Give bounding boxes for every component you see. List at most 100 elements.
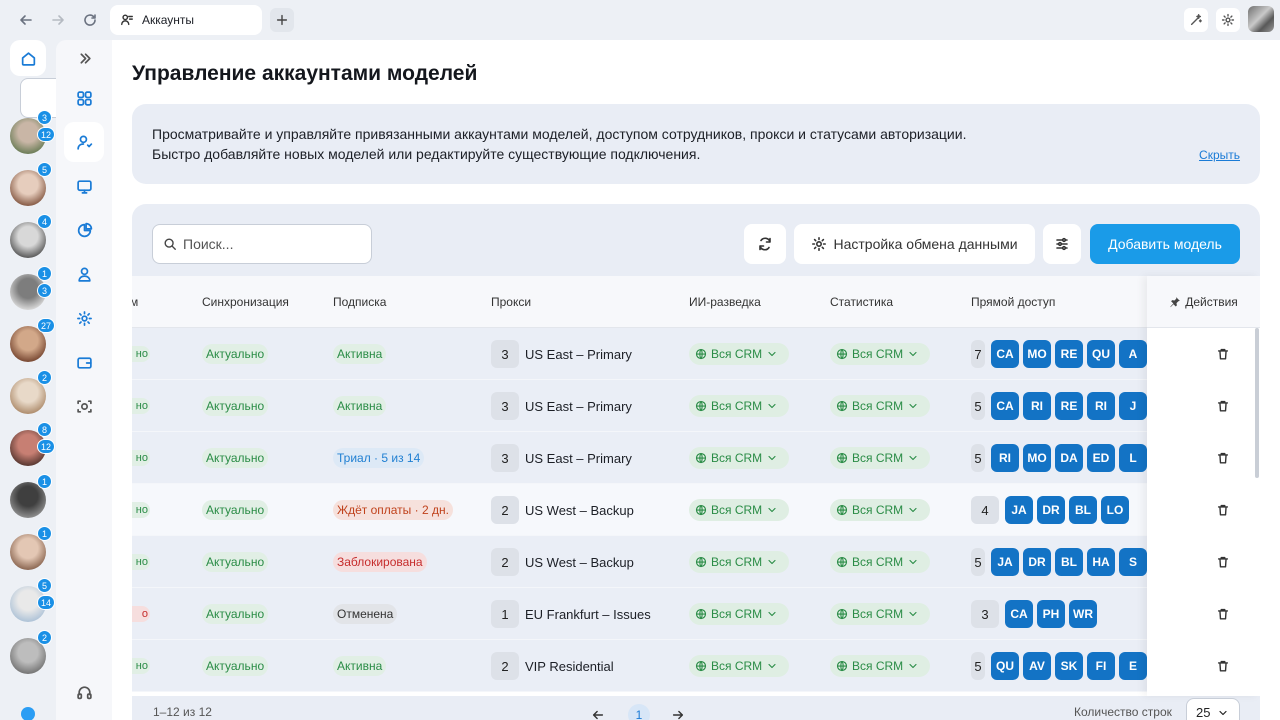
model-avatar[interactable]: 2 [10, 630, 52, 674]
accounts-icon[interactable] [64, 122, 104, 162]
delete-icon[interactable] [1215, 554, 1231, 570]
col-subscription-header[interactable]: Подписка [333, 295, 386, 309]
current-page[interactable]: 1 [628, 704, 650, 720]
ai-access-select[interactable]: Вся CRM [689, 603, 789, 625]
employee-initials-chip[interactable]: L [1119, 444, 1147, 472]
employee-initials-chip[interactable]: AV [1023, 652, 1051, 680]
col-ai-header[interactable]: ИИ-разведка [689, 295, 761, 309]
employee-initials-chip[interactable]: QU [1087, 340, 1115, 368]
model-avatar[interactable]: 2 [10, 370, 52, 414]
table-row[interactable]: но Актуально Активна 3 US East – Primary Вся … [132, 328, 1260, 380]
model-avatar[interactable]: 13 [10, 266, 52, 310]
ai-access-select[interactable]: Вся CRM [689, 655, 789, 677]
employee-initials-chip[interactable]: PH [1037, 600, 1065, 628]
table-row[interactable]: но Актуально Триал · 5 из 14 3 US East – Pri… [132, 432, 1260, 484]
stats-access-select[interactable]: Вся CRM [830, 343, 930, 365]
browser-tab[interactable]: Аккаунты [110, 5, 262, 35]
home-icon[interactable] [10, 40, 46, 76]
reload-icon[interactable] [80, 10, 100, 30]
model-avatar[interactable]: 5 14 [10, 578, 56, 622]
employee-initials-chip[interactable]: CA [1005, 600, 1033, 628]
employee-initials-chip[interactable]: J [1119, 392, 1147, 420]
model-avatar[interactable]: 4 [10, 214, 52, 258]
employee-initials-chip[interactable]: JA [1005, 496, 1033, 524]
employee-initials-chip[interactable]: S [1119, 548, 1147, 576]
ai-access-select[interactable]: Вся CRM [689, 343, 789, 365]
model-avatar[interactable]: 8 12 [10, 422, 56, 466]
headset-icon[interactable] [64, 672, 104, 712]
table-row[interactable]: но Актуально Активна 3 US East – Primary Вся … [132, 380, 1260, 432]
dashboard-icon[interactable] [64, 78, 104, 118]
stats-access-select[interactable]: Вся CRM [830, 499, 930, 521]
stats-access-select[interactable]: Вся CRM [830, 551, 930, 573]
employee-initials-chip[interactable]: RI [991, 444, 1019, 472]
search-field[interactable] [152, 224, 372, 264]
employee-initials-chip[interactable]: HA [1087, 548, 1115, 576]
delete-icon[interactable] [1215, 398, 1231, 414]
user-avatar[interactable] [1248, 6, 1274, 32]
prev-page-icon[interactable] [588, 705, 608, 720]
employee-initials-chip[interactable]: DR [1037, 496, 1065, 524]
model-avatar[interactable]: 1 [10, 474, 52, 518]
employee-initials-chip[interactable]: FI [1087, 652, 1115, 680]
delete-icon[interactable] [1215, 502, 1231, 518]
forward-icon[interactable] [48, 10, 68, 30]
wallet-icon[interactable] [64, 342, 104, 382]
settings-icon[interactable] [1216, 8, 1240, 32]
table-row[interactable]: но Актуально Заблокирована 2 US West – Backu… [132, 536, 1260, 588]
employee-initials-chip[interactable]: CA [991, 340, 1019, 368]
telegram-icon[interactable] [21, 707, 35, 720]
model-avatar[interactable]: 27 [10, 318, 56, 362]
delete-icon[interactable] [1215, 606, 1231, 622]
employee-initials-chip[interactable]: MO [1023, 444, 1051, 472]
employee-initials-chip[interactable]: RE [1055, 392, 1083, 420]
employee-initials-chip[interactable]: DR [1023, 548, 1051, 576]
stats-access-select[interactable]: Вся CRM [830, 447, 930, 469]
employee-initials-chip[interactable]: RE [1055, 340, 1083, 368]
table-row[interactable]: но Актуально Ждёт оплаты · 2 дн. 2 US West –… [132, 484, 1260, 536]
employee-initials-chip[interactable]: MO [1023, 340, 1051, 368]
model-avatar[interactable]: 1 [10, 526, 52, 570]
col-stats-header[interactable]: Статистика [830, 295, 893, 309]
employee-initials-chip[interactable]: LO [1101, 496, 1129, 524]
ai-access-select[interactable]: Вся CRM [689, 499, 789, 521]
hide-banner-link[interactable]: Скрыть [1199, 148, 1240, 162]
employee-initials-chip[interactable]: RI [1087, 392, 1115, 420]
gear-icon[interactable] [64, 298, 104, 338]
new-tab-button[interactable] [270, 8, 294, 32]
employee-initials-chip[interactable]: E [1119, 652, 1147, 680]
col-proxy-header[interactable]: Прокси [491, 295, 531, 309]
stats-access-select[interactable]: Вся CRM [830, 603, 930, 625]
employee-initials-chip[interactable]: QU [991, 652, 1019, 680]
table-scrollbar[interactable] [1255, 328, 1259, 478]
scan-icon[interactable] [64, 386, 104, 426]
rows-per-page-select[interactable]: 25 [1186, 698, 1240, 720]
staff-icon[interactable] [64, 254, 104, 294]
magic-wand-icon[interactable] [1184, 8, 1208, 32]
monitor-user-icon[interactable] [64, 166, 104, 206]
employee-initials-chip[interactable]: BL [1055, 548, 1083, 576]
employee-initials-chip[interactable]: ED [1087, 444, 1115, 472]
model-avatar[interactable]: 5 [10, 162, 52, 206]
back-icon[interactable] [16, 10, 36, 30]
employee-initials-chip[interactable]: SK [1055, 652, 1083, 680]
table-row[interactable]: но Актуально Активна 2 VIP Residential Вся CR… [132, 640, 1260, 692]
stats-access-select[interactable]: Вся CRM [830, 395, 930, 417]
add-model-button[interactable]: Добавить модель [1090, 224, 1240, 264]
refresh-button[interactable] [744, 224, 786, 264]
stats-access-select[interactable]: Вся CRM [830, 655, 930, 677]
employee-initials-chip[interactable]: DA [1055, 444, 1083, 472]
col-sync-header[interactable]: Синхронизация [202, 295, 289, 309]
employee-initials-chip[interactable]: RI [1023, 392, 1051, 420]
search-input[interactable] [183, 236, 353, 252]
delete-icon[interactable] [1215, 658, 1231, 674]
employee-initials-chip[interactable]: BL [1069, 496, 1097, 524]
delete-icon[interactable] [1215, 450, 1231, 466]
table-row[interactable]: о Актуально Отменена 1 EU Frankfurt – Issues… [132, 588, 1260, 640]
delete-icon[interactable] [1215, 346, 1231, 362]
employee-initials-chip[interactable]: WR [1069, 600, 1097, 628]
filters-button[interactable] [1043, 224, 1081, 264]
chart-pie-icon[interactable] [64, 210, 104, 250]
data-exchange-settings-button[interactable]: Настройка обмена данными [794, 224, 1035, 264]
employee-initials-chip[interactable]: CA [991, 392, 1019, 420]
